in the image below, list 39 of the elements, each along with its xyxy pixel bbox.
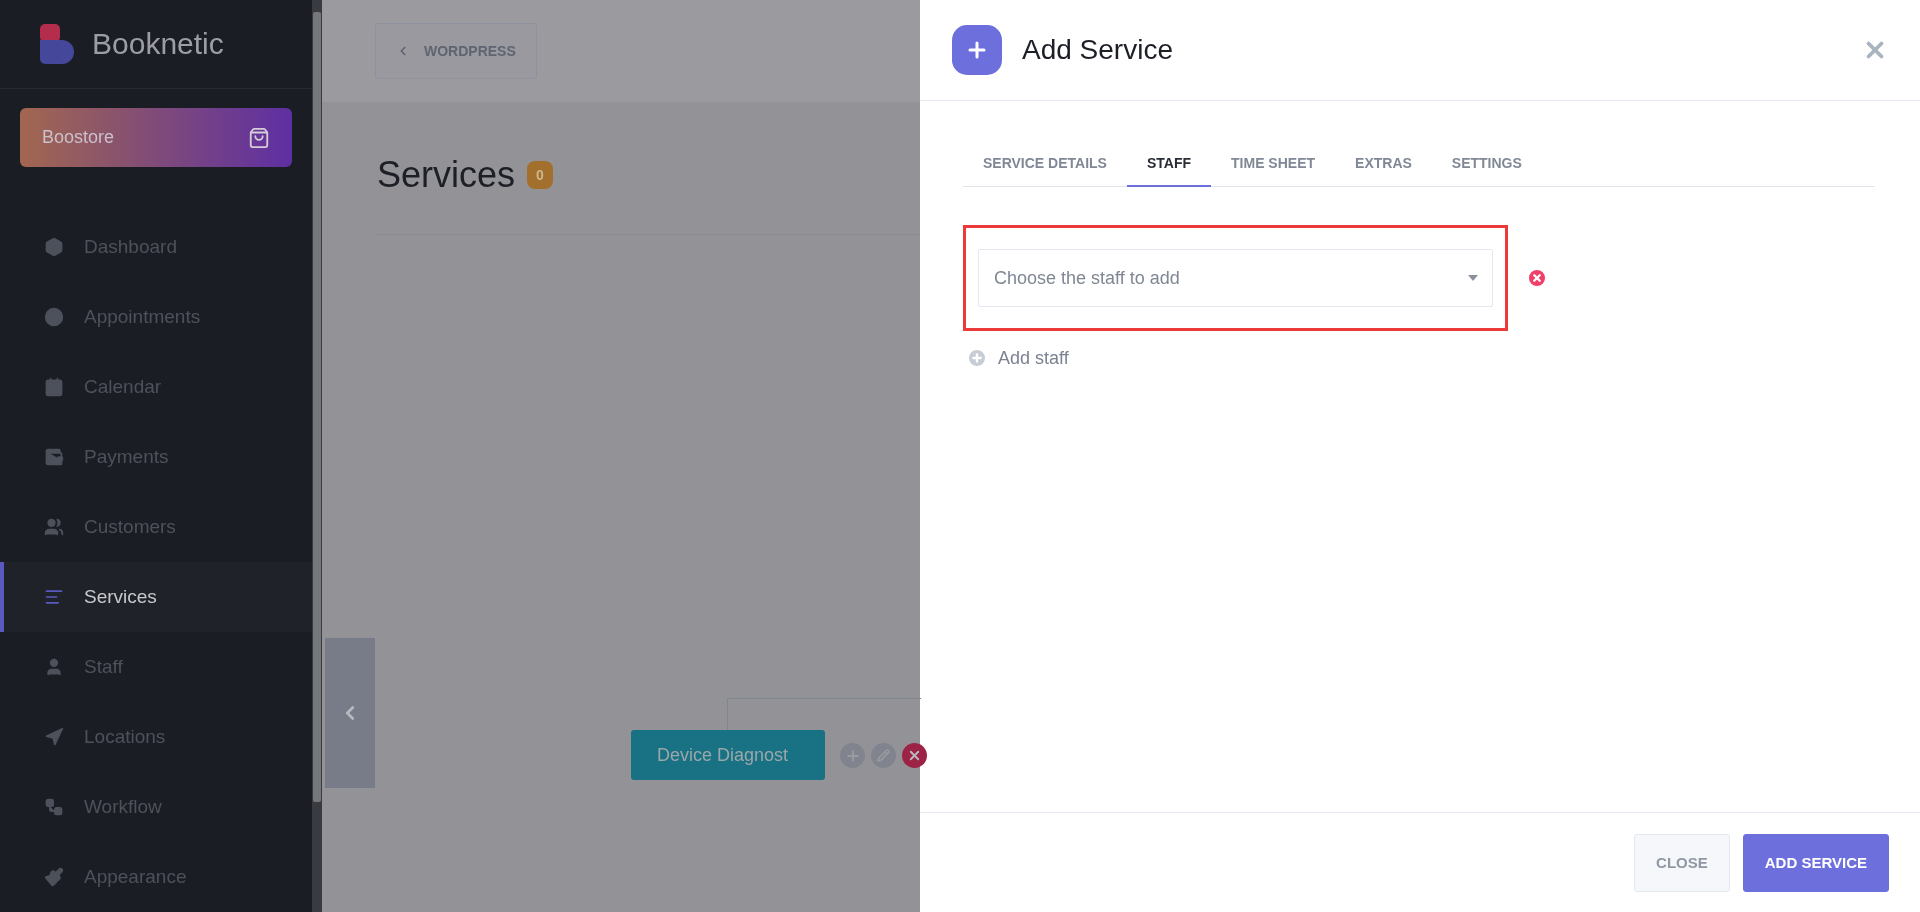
service-node[interactable]: Device Diagnost — [631, 730, 825, 780]
wallet-icon — [44, 447, 64, 467]
remove-icon[interactable] — [1526, 267, 1548, 289]
nav-item[interactable]: Services — [0, 562, 312, 632]
add-staff-link[interactable]: Add staff — [963, 347, 1069, 369]
flowchart-icon — [44, 797, 64, 817]
navigation-arrow-icon — [44, 727, 64, 747]
scrollbar-thumb[interactable] — [313, 12, 321, 802]
tab[interactable]: EXTRAS — [1335, 155, 1432, 187]
tab[interactable]: TIME SHEET — [1211, 155, 1336, 187]
count-badge: 0 — [527, 161, 553, 189]
caret-icon — [1468, 275, 1478, 281]
logo-icon — [40, 24, 74, 65]
delete-icon[interactable] — [902, 743, 927, 768]
brush-icon — [44, 867, 64, 887]
edit-icon[interactable] — [871, 743, 896, 768]
nav-label: Services — [84, 586, 157, 608]
back-button[interactable]: WORDPRESS — [375, 23, 537, 79]
bag-icon — [248, 126, 270, 149]
scrollbar[interactable] — [312, 0, 322, 912]
panel-title: Add Service — [1022, 34, 1174, 66]
cube-icon — [44, 237, 64, 257]
collapse-handle[interactable] — [325, 638, 375, 788]
lines-icon — [44, 587, 64, 607]
add-icon[interactable] — [840, 743, 865, 768]
plus-icon — [952, 25, 1002, 75]
select-placeholder: Choose the staff to add — [994, 267, 1180, 289]
tab[interactable]: SETTINGS — [1431, 155, 1542, 187]
people-icon — [44, 517, 64, 537]
close-button[interactable]: CLOSE — [1634, 833, 1730, 892]
plus-circle-icon — [966, 347, 988, 369]
add-service-button[interactable]: ADD SERVICE — [1742, 833, 1889, 892]
tab[interactable]: STAFF — [1126, 155, 1212, 187]
staff-select[interactable]: Choose the staff to add — [978, 249, 1493, 307]
page-title: Services — [377, 154, 516, 196]
store-button[interactable]: Boostore — [20, 108, 292, 167]
tab[interactable]: SERVICE DETAILS — [963, 155, 1127, 187]
person-icon — [44, 657, 64, 677]
brand-name: Booknetic — [92, 27, 224, 62]
